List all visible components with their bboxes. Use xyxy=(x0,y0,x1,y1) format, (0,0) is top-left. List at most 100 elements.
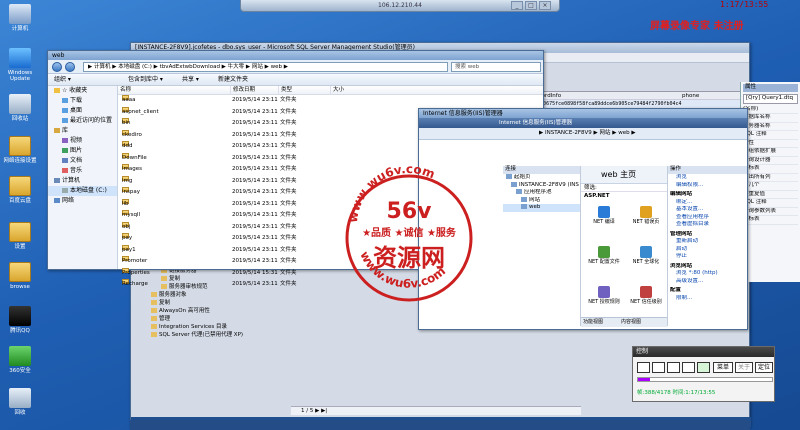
desktop-icon[interactable]: 百度云盘 xyxy=(0,176,40,204)
features-view[interactable]: web 主页 筛选: ASP.NET NET 编译 NET 错误页 NET 配置文件… xyxy=(581,166,667,326)
desktop-icon[interactable]: 回收站 xyxy=(0,94,40,122)
include-library-button[interactable]: 包含到库中 ▾ xyxy=(128,74,163,86)
property-row[interactable]: 数据库名称 xyxy=(743,114,798,123)
search-input[interactable]: 搜索 web xyxy=(451,62,541,72)
desktop-icon[interactable]: 计算机 xyxy=(0,4,40,32)
forward-icon[interactable] xyxy=(65,62,75,72)
menu-button[interactable]: 菜单 xyxy=(713,362,733,373)
tab-content-view[interactable]: 内容视图 xyxy=(621,318,641,327)
properties-pane[interactable]: 属性 [Qry] Query1.dtq (名称) 数据库名称 服务器名称 SQL 注释… xyxy=(740,82,800,282)
nav-item[interactable]: 库 xyxy=(48,126,117,136)
action-link[interactable]: 编辑权限... xyxy=(668,182,747,190)
pause-icon[interactable] xyxy=(652,362,665,373)
col-date[interactable]: 修改日期 xyxy=(230,86,255,95)
tree-node[interactable]: SQL Server 代理(已禁用代理 XP) xyxy=(151,331,281,339)
property-row[interactable]: 目标表 xyxy=(743,216,798,225)
new-folder-button[interactable]: 新建文件夹 xyxy=(218,74,248,86)
nav-item[interactable]: 文档 xyxy=(48,156,117,166)
nav-item[interactable]: 桌面 xyxy=(48,106,117,116)
desktop-icon[interactable]: browse xyxy=(0,262,40,290)
actions-pane[interactable]: 操作 浏览 编辑权限... 编辑网站 绑定... 基本设置... 查看应用程序 查看虚拟目录… xyxy=(667,166,747,326)
feature-tile[interactable]: NET 信任级别 xyxy=(627,286,665,305)
action-link[interactable]: 高级设置... xyxy=(668,278,747,286)
action-link[interactable]: 浏览 xyxy=(668,174,747,182)
feature-tile[interactable]: NET 配置文件 xyxy=(585,246,623,265)
property-row[interactable]: 输出所有列 xyxy=(743,174,798,182)
nav-item[interactable]: 下载 xyxy=(48,96,117,106)
organize-button[interactable]: 组织 ▾ xyxy=(54,74,71,86)
tree-node[interactable]: AlwaysOn 高可用性 xyxy=(151,307,281,315)
progress-track[interactable] xyxy=(637,377,773,382)
navigation-pane[interactable]: ☆ 收藏夹 下载 桌面 最近访问的位置库视频 图片 文档 音乐 计算机 本地磁盘 (C:) 网络 xyxy=(48,86,118,269)
property-row[interactable]: 前几个 xyxy=(743,182,798,191)
nav-item[interactable]: 最近访问的位置 xyxy=(48,116,117,126)
about-button[interactable]: 关于 xyxy=(735,362,753,373)
property-row[interactable]: 查询参数列表 xyxy=(743,208,798,216)
tree-node[interactable]: 复制 xyxy=(151,299,281,307)
property-row[interactable]: 目标表 xyxy=(743,165,798,174)
connection-node[interactable]: web xyxy=(503,204,580,212)
property-row[interactable]: 服务器名称 xyxy=(743,123,798,131)
desktop-icon[interactable]: 回收 xyxy=(0,388,40,416)
grid-row[interactable]: dc4e200675fce0898f58fca89ddce6b905ce7948… xyxy=(522,100,745,108)
nav-item[interactable]: 网络 xyxy=(48,196,117,206)
nav-item[interactable]: 计算机 xyxy=(48,176,117,186)
table-row[interactable]: aaaa 2019/5/14 23:11 文件夹 xyxy=(118,95,543,107)
desktop-icon[interactable]: 腾讯QQ xyxy=(0,306,40,334)
remote-desktop-bar[interactable]: 106.12.210.44 _ □ × xyxy=(240,0,560,12)
action-link[interactable]: 查看应用程序 xyxy=(668,214,747,222)
stop-icon[interactable] xyxy=(667,362,680,373)
locate-button[interactable]: 定位 xyxy=(755,362,773,373)
connection-node[interactable]: 网站 xyxy=(503,196,580,205)
tree-node[interactable]: 服务器对象 xyxy=(151,291,281,299)
property-row[interactable]: SQL 注释 xyxy=(743,199,798,208)
action-link[interactable]: 浏览 *:80 (http) xyxy=(668,270,747,278)
play-icon[interactable] xyxy=(637,362,650,373)
col-size[interactable]: 大小 xyxy=(330,86,344,95)
connection-node[interactable]: INSTANCE-2F8V9 (INS xyxy=(503,181,580,190)
filter-label[interactable]: 筛选: xyxy=(581,184,667,192)
restore-icon[interactable]: □ xyxy=(525,1,537,10)
share-button[interactable]: 共享 ▾ xyxy=(182,74,199,86)
feature-tile[interactable]: NET 错误页 xyxy=(627,206,665,225)
col-name[interactable]: 名称 xyxy=(120,86,131,95)
property-row[interactable]: (名称) xyxy=(743,106,798,114)
nav-item[interactable]: ☆ 收藏夹 xyxy=(48,86,117,96)
desktop-icon[interactable]: 网络连接设置 xyxy=(0,136,40,164)
properties-object[interactable]: [Qry] Query1.dtq xyxy=(743,94,798,104)
record-icon[interactable] xyxy=(697,362,710,373)
property-row[interactable]: SQL 注释 xyxy=(743,131,798,140)
connections-pane[interactable]: 连接 起始页 INSTANCE-2F8V9 (INS 应用程序池 网站 web xyxy=(503,166,581,326)
action-link[interactable]: 限制... xyxy=(668,295,747,303)
connection-node[interactable]: 应用程序池 xyxy=(503,189,580,197)
action-link[interactable]: 基本设置... xyxy=(668,206,747,214)
property-row[interactable]: 非重复值 xyxy=(743,191,798,199)
tab-features-view[interactable]: 功能视图 xyxy=(583,318,603,327)
property-row[interactable]: 分组依据扩展 xyxy=(743,148,798,157)
action-link[interactable]: 查看虚拟目录 xyxy=(668,221,747,229)
feature-tile[interactable]: NET 全球化 xyxy=(627,246,665,265)
address-input[interactable]: ▶ 计算机 ▶ 本地磁盘 (C:) ▶ tbvAdExtwbDownload ▶… xyxy=(83,62,448,72)
result-pager[interactable]: 1 / 5 ▶ ▶| xyxy=(291,406,581,415)
nav-item[interactable]: 图片 xyxy=(48,146,117,156)
minimize-icon[interactable]: _ xyxy=(511,1,523,10)
nav-item[interactable]: 视频 xyxy=(48,136,117,146)
recorder-player[interactable]: 控制 菜单 关于 定位 帧:388/4178 时间:1:17/13:55 xyxy=(632,346,775,402)
nav-item[interactable]: 本地磁盘 (C:) xyxy=(48,186,117,196)
feature-tile[interactable]: NET 编译 xyxy=(585,206,623,225)
back-icon[interactable] xyxy=(52,62,62,72)
desktop-icon[interactable]: 360安全 xyxy=(0,346,40,374)
action-link[interactable]: 绑定... xyxy=(668,199,747,207)
action-link[interactable]: 停止 xyxy=(668,253,747,261)
property-row[interactable]: 属性 xyxy=(743,140,798,148)
close-icon[interactable]: × xyxy=(539,1,551,10)
action-link[interactable]: 重新启动 xyxy=(668,238,747,246)
fast-forward-icon[interactable] xyxy=(682,362,695,373)
action-link[interactable]: 启动 xyxy=(668,246,747,254)
tree-node[interactable]: 管理 xyxy=(151,315,281,323)
col-type[interactable]: 类型 xyxy=(278,86,292,95)
feature-tile[interactable]: NET 授权规则 xyxy=(585,286,623,305)
property-row[interactable]: 查询设计器 xyxy=(743,157,798,165)
desktop-icon[interactable]: 设置 xyxy=(0,222,40,250)
desktop-icon[interactable]: Windows Update xyxy=(0,48,40,82)
